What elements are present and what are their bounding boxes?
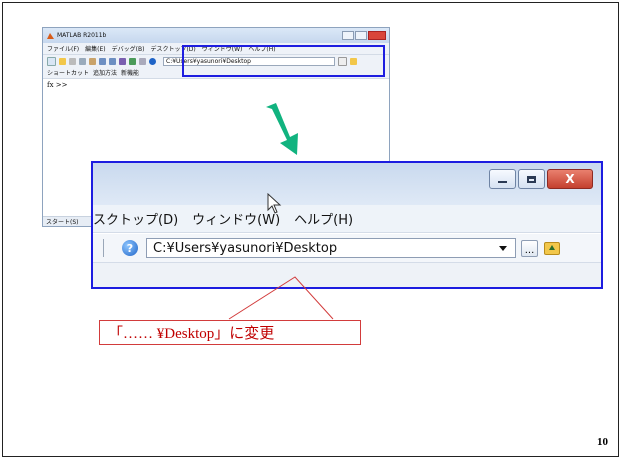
minimize-button[interactable]: [342, 31, 354, 40]
shortcut-label[interactable]: ショートカット: [47, 68, 89, 77]
copy-icon[interactable]: [79, 57, 86, 65]
command-prompt[interactable]: fx >>: [43, 79, 389, 91]
chevron-down-icon[interactable]: [499, 245, 507, 251]
zoom-current-folder-field[interactable]: C:¥Users¥yasunori¥Desktop: [146, 238, 516, 258]
close-icon: X: [565, 172, 575, 186]
undo-icon[interactable]: [99, 57, 106, 65]
zoom-window-controls: X: [489, 169, 593, 189]
callout-label: 「…… ¥Desktop」に変更: [99, 320, 361, 345]
close-button[interactable]: [368, 31, 386, 40]
zoom-close-button[interactable]: X: [547, 169, 593, 189]
menu-file[interactable]: ファイル(F): [47, 44, 79, 53]
paste-icon[interactable]: [89, 57, 96, 65]
zoom-title-bar: X: [93, 163, 601, 205]
start-button[interactable]: スタート(S): [46, 217, 79, 226]
highlight-box: [182, 45, 385, 77]
zoom-menu-help[interactable]: ヘルプ(H): [294, 209, 353, 228]
maximize-icon: [527, 175, 536, 183]
zoom-menu-desktop[interactable]: スクトップ(D): [93, 209, 178, 228]
window-controls: [342, 31, 386, 40]
zoom-shortcut-area: [93, 262, 601, 287]
browse-button[interactable]: ...: [521, 239, 538, 257]
minimize-icon: [498, 181, 507, 183]
shortcut-new[interactable]: 新機能: [121, 68, 139, 77]
slide: MATLAB R2011b ファイル(F) 編集(E) デバッグ(B) デスクト…: [2, 2, 619, 457]
zoom-menu-bar: スクトップ(D) ウィンドウ(W) ヘルプ(H): [93, 205, 601, 233]
matlab-logo-icon: [47, 32, 54, 39]
cut-icon[interactable]: [69, 57, 76, 65]
mouse-cursor-icon: [267, 193, 282, 214]
simulink-icon[interactable]: [119, 57, 126, 65]
guide-icon[interactable]: [129, 57, 136, 65]
menu-debug[interactable]: デバッグ(B): [112, 44, 145, 53]
redo-icon[interactable]: [109, 57, 116, 65]
arrow-icon: [266, 103, 298, 155]
zoomed-view: X スクトップ(D) ウィンドウ(W) ヘルプ(H) ? C:¥Users¥ya…: [91, 161, 603, 289]
toolbar-separator: [103, 239, 104, 257]
title-bar: MATLAB R2011b: [43, 28, 389, 43]
maximize-button[interactable]: [355, 31, 367, 40]
open-folder-icon[interactable]: [59, 57, 66, 65]
zoom-current-folder-text: C:¥Users¥yasunori¥Desktop: [153, 240, 338, 256]
folder-up-icon[interactable]: [544, 241, 560, 255]
new-file-icon[interactable]: [47, 56, 56, 66]
shortcut-add[interactable]: 追加方法: [93, 68, 117, 77]
help-icon[interactable]: ?: [122, 240, 138, 256]
slide-number: 10: [597, 436, 608, 448]
menu-edit[interactable]: 編集(E): [85, 44, 105, 53]
window-title: MATLAB R2011b: [57, 32, 107, 39]
zoom-minimize-button[interactable]: [489, 169, 516, 189]
profiler-icon[interactable]: [139, 57, 146, 65]
zoom-toolbar: ? C:¥Users¥yasunori¥Desktop ...: [93, 234, 601, 262]
help-icon[interactable]: [149, 57, 156, 65]
zoom-maximize-button[interactable]: [518, 169, 545, 189]
